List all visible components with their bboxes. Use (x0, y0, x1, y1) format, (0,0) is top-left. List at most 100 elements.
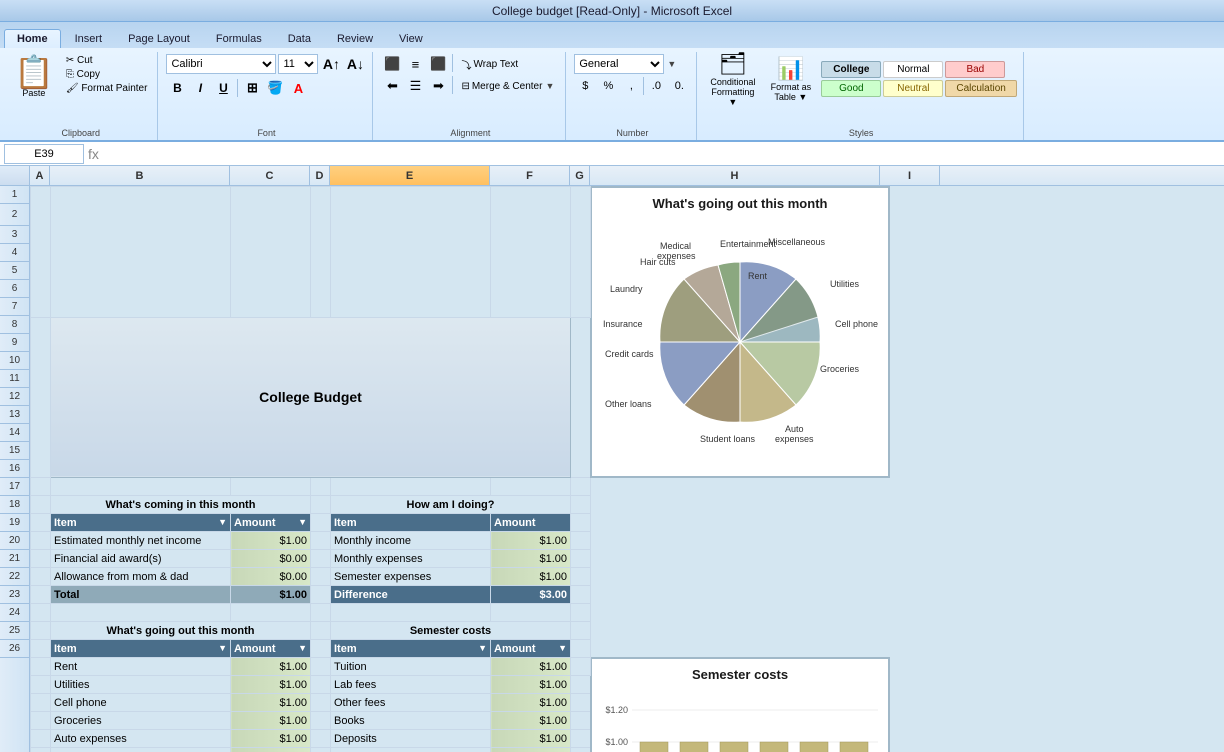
cell-g6[interactable] (571, 532, 591, 550)
row-num-4[interactable]: 4 (0, 244, 29, 262)
tab-data[interactable]: Data (276, 30, 323, 48)
decrease-decimal-button[interactable]: 0. (668, 76, 690, 96)
row-num-18[interactable]: 18 (0, 496, 29, 514)
tab-view[interactable]: View (387, 30, 435, 48)
copy-button[interactable]: ⎘ Copy (62, 68, 152, 81)
tab-insert[interactable]: Insert (63, 30, 115, 48)
cell-g10[interactable] (571, 604, 591, 622)
cell-d8[interactable] (311, 568, 331, 586)
paste-button[interactable]: 📋 Paste (10, 54, 58, 100)
cell-g17[interactable] (571, 730, 591, 748)
cell-a7[interactable] (31, 550, 51, 568)
cell-e17[interactable]: Deposits (331, 730, 491, 748)
align-top-left-button[interactable]: ⬛ (381, 54, 403, 74)
cell-b7[interactable]: Financial aid award(s) (51, 550, 231, 568)
cell-c7[interactable]: $0.00 (231, 550, 311, 568)
format-as-table-button[interactable]: 📊 Format as Table ▼ (763, 54, 818, 104)
cell-a15[interactable] (31, 694, 51, 712)
cell-c6[interactable]: $1.00 (231, 532, 311, 550)
cell-e8[interactable]: Semester expenses (331, 568, 491, 586)
row-num-2[interactable]: 2 (0, 204, 29, 226)
cell-c8[interactable]: $0.00 (231, 568, 311, 586)
cell-a12[interactable] (31, 640, 51, 658)
col-header-h[interactable]: H (590, 166, 880, 185)
cell-g13[interactable] (571, 658, 591, 676)
wrap-text-button[interactable]: ⤵ Wrap Text (456, 54, 523, 74)
row-num-24[interactable]: 24 (0, 604, 29, 622)
row-num-25[interactable]: 25 (0, 622, 29, 640)
cell-b4-header[interactable]: What's coming in this month (51, 496, 311, 514)
currency-button[interactable]: $ (574, 76, 596, 96)
row-num-17[interactable]: 17 (0, 478, 29, 496)
cell-e6[interactable]: Monthly income (331, 532, 491, 550)
col-header-a[interactable]: A (30, 166, 50, 185)
underline-button[interactable]: U (212, 78, 234, 98)
border-button[interactable]: ⊞ (241, 78, 263, 98)
cell-f9[interactable]: $3.00 (491, 586, 571, 604)
bold-button[interactable]: B (166, 78, 188, 98)
cell-a5[interactable] (31, 514, 51, 532)
cell-d10[interactable] (311, 604, 331, 622)
cell-c3[interactable] (231, 478, 311, 496)
align-top-right-button[interactable]: ⬛ (427, 54, 449, 74)
cell-c9[interactable]: $1.00 (231, 586, 311, 604)
cell-d4[interactable] (311, 496, 331, 514)
increase-font-button[interactable]: A↑ (320, 54, 342, 74)
row-num-9[interactable]: 9 (0, 334, 29, 352)
font-color-button[interactable]: A (287, 78, 309, 98)
row-num-19[interactable]: 19 (0, 514, 29, 532)
percent-button[interactable]: % (597, 76, 619, 96)
cell-c10[interactable] (231, 604, 311, 622)
cell-g5[interactable] (571, 514, 591, 532)
cell-e10[interactable] (331, 604, 491, 622)
cell-a1[interactable] (31, 187, 51, 318)
col-header-b[interactable]: B (50, 166, 230, 185)
cell-d14[interactable] (311, 676, 331, 694)
tab-formulas[interactable]: Formulas (204, 30, 274, 48)
col-header-e[interactable]: E (330, 166, 490, 185)
cell-a8[interactable] (31, 568, 51, 586)
increase-decimal-button[interactable]: .0 (645, 76, 667, 96)
align-left-button[interactable]: ⬅ (381, 76, 403, 96)
cell-a13[interactable] (31, 658, 51, 676)
cell-b16[interactable]: Groceries (51, 712, 231, 730)
font-size-select[interactable]: 11 (278, 54, 318, 74)
cell-c14[interactable]: $1.00 (231, 676, 311, 694)
cell-b12[interactable]: Item ▼ (51, 640, 231, 658)
cell-a16[interactable] (31, 712, 51, 730)
cell-a2[interactable] (31, 317, 51, 477)
cell-d3[interactable] (311, 478, 331, 496)
row-num-14[interactable]: 14 (0, 424, 29, 442)
col-header-i[interactable]: I (880, 166, 940, 185)
cell-e12[interactable]: Item ▼ (331, 640, 491, 658)
cell-d1[interactable] (311, 187, 331, 318)
row-num-21[interactable]: 21 (0, 550, 29, 568)
cell-e14[interactable]: Lab fees (331, 676, 491, 694)
cell-e7[interactable]: Monthly expenses (331, 550, 491, 568)
cell-d5[interactable] (311, 514, 331, 532)
cell-d15[interactable] (311, 694, 331, 712)
row-num-8[interactable]: 8 (0, 316, 29, 334)
neutral-style-button[interactable]: Neutral (883, 80, 943, 97)
name-box-input[interactable]: E39 (4, 144, 84, 164)
row-num-23[interactable]: 23 (0, 586, 29, 604)
cell-f15[interactable]: $1.00 (491, 694, 571, 712)
row-num-26[interactable]: 26 (0, 640, 29, 658)
col-header-d[interactable]: D (310, 166, 330, 185)
fill-color-button[interactable]: 🪣 (264, 78, 286, 98)
cell-a4[interactable] (31, 496, 51, 514)
tab-home[interactable]: Home (4, 29, 61, 48)
college-style-button[interactable]: College (821, 61, 881, 78)
tab-review[interactable]: Review (325, 30, 385, 48)
cell-e3[interactable] (331, 478, 491, 496)
cut-button[interactable]: ✂ Cut (62, 54, 152, 67)
conditional-formatting-button[interactable]: 🗂 Conditional Formatting ▼ (705, 54, 760, 104)
cell-f14[interactable]: $1.00 (491, 676, 571, 694)
bad-style-button[interactable]: Bad (945, 61, 1005, 78)
align-top-center-button[interactable]: ≡ (404, 54, 426, 74)
cell-e9[interactable]: Difference (331, 586, 491, 604)
cell-d9[interactable] (311, 586, 331, 604)
cell-b1[interactable] (51, 187, 231, 318)
row-num-15[interactable]: 15 (0, 442, 29, 460)
row-num-11[interactable]: 11 (0, 370, 29, 388)
